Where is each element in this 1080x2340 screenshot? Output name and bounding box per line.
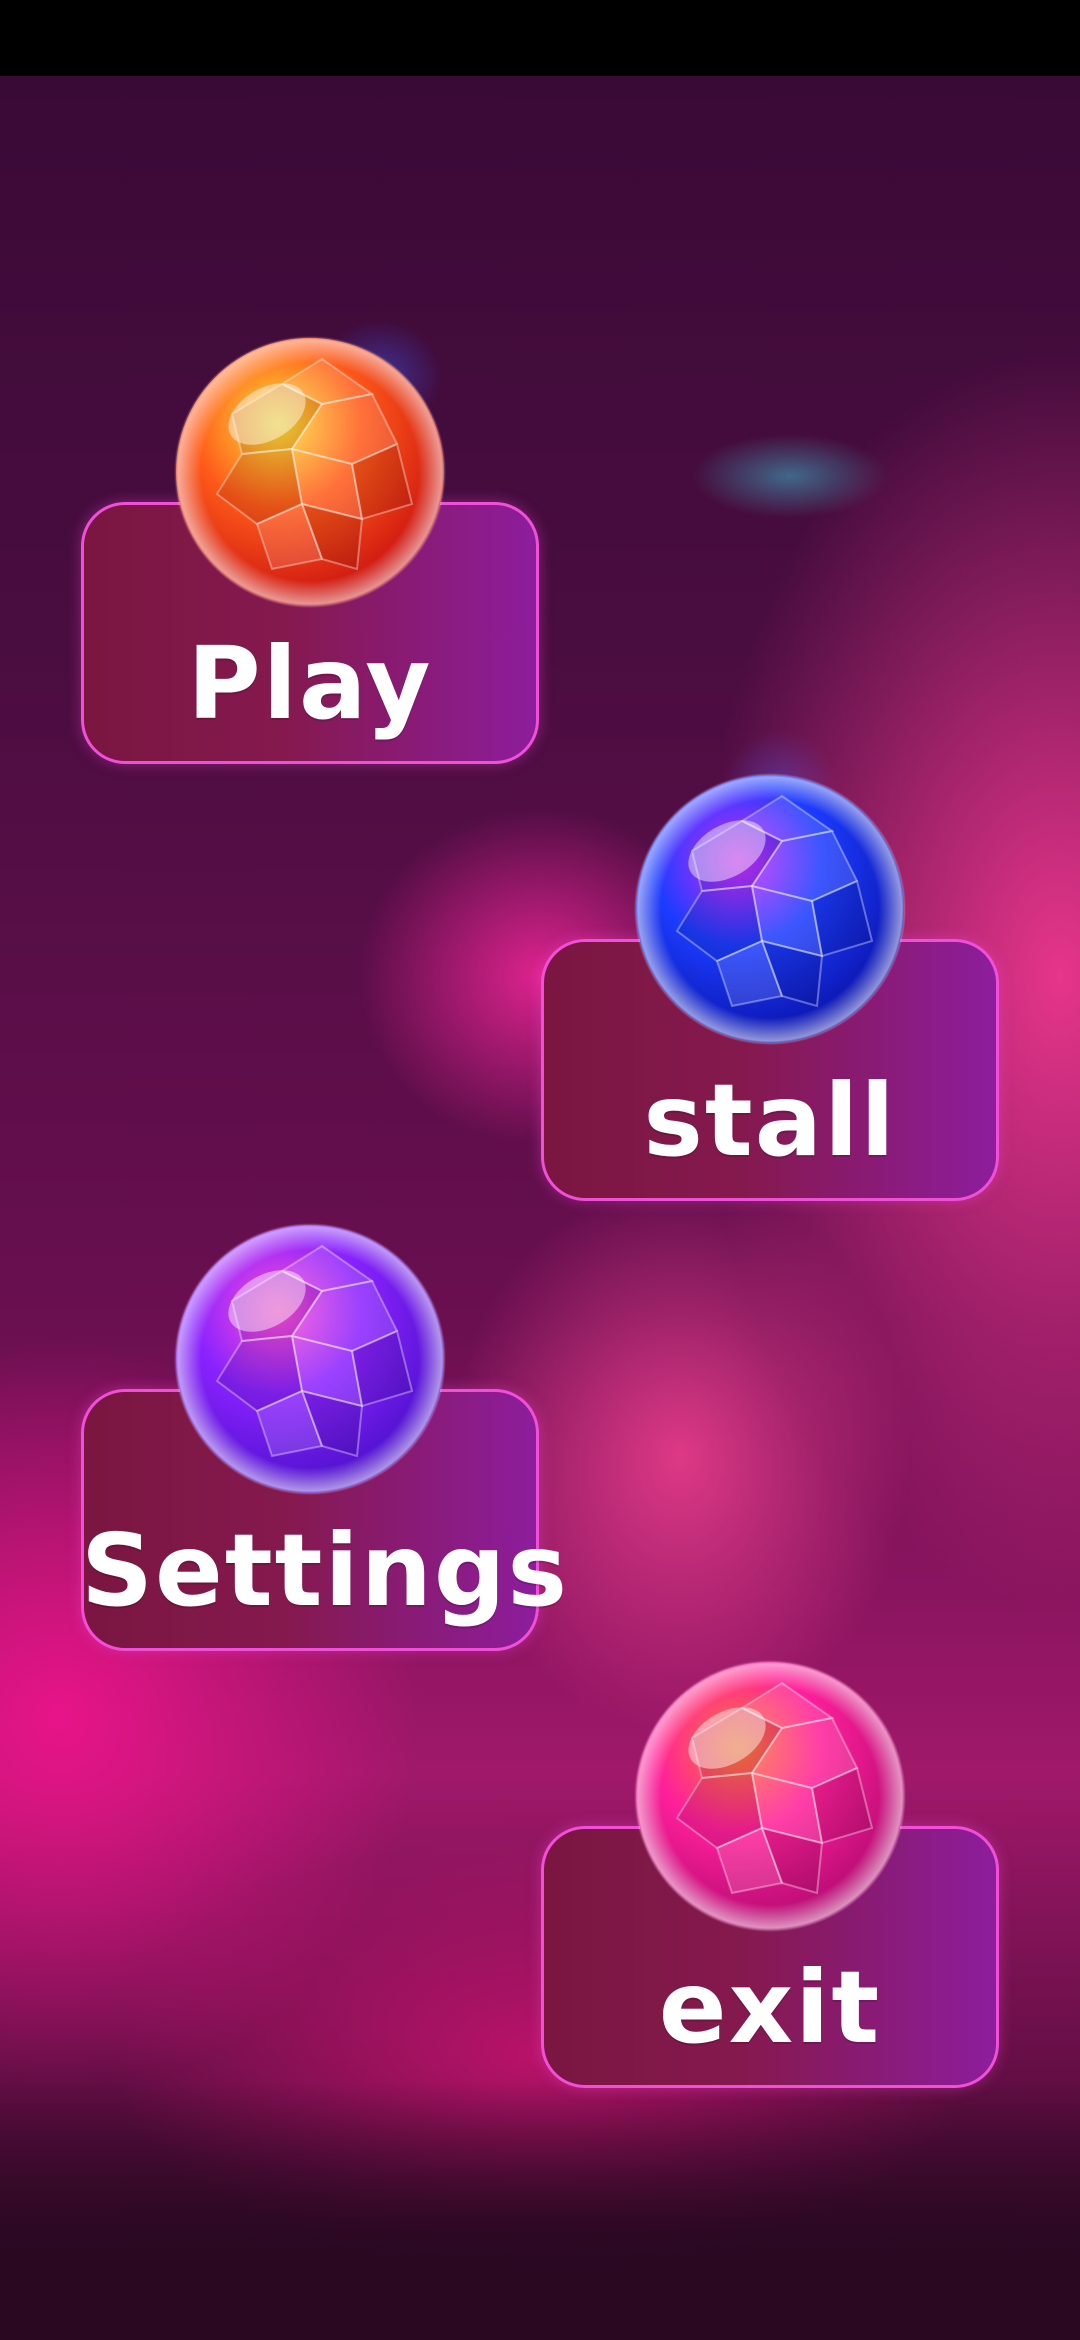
play-button[interactable]: Play [81,336,539,764]
play-button-label: Play [187,625,433,742]
gem-rim-glow [174,336,446,608]
gem-rim-glow [634,1660,906,1932]
gem-rim-glow [634,773,906,1045]
gem-orb-icon [172,334,448,610]
gem-orb-icon [172,1221,448,1497]
background-bottom-fade [0,2080,1080,2340]
stall-button[interactable]: stall [541,773,999,1201]
status-bar [0,0,1080,76]
exit-button[interactable]: exit [541,1660,999,2088]
gem-orb-icon [632,771,908,1047]
gem-orb-graphic [174,1223,446,1495]
gem-orb-icon [632,1658,908,1934]
settings-button[interactable]: Settings [81,1223,570,1651]
settings-button-label: Settings [81,1512,570,1629]
gem-orb-graphic [634,773,906,1045]
gem-rim-glow [174,1223,446,1495]
gem-orb-graphic [174,336,446,608]
exit-button-label: exit [658,1949,882,2066]
gem-orb-graphic [634,1660,906,1932]
stall-button-label: stall [643,1062,897,1179]
